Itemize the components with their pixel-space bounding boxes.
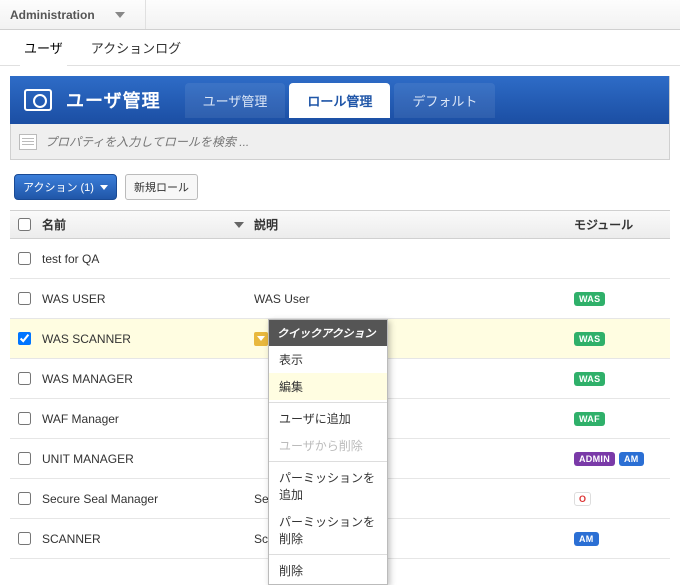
row-checkbox-cell bbox=[10, 412, 38, 425]
row-name: WAS USER bbox=[38, 292, 254, 306]
context-menu-item[interactable]: 表示 bbox=[269, 346, 387, 373]
row-checkbox-cell bbox=[10, 492, 38, 505]
row-checkbox-cell bbox=[10, 252, 38, 265]
row-modules: WAS bbox=[574, 292, 670, 306]
module-badge: WAS bbox=[574, 372, 605, 386]
sort-arrow-icon bbox=[234, 222, 244, 228]
row-name: WAS SCANNER bbox=[38, 332, 254, 346]
tab-actionlog[interactable]: アクションログ bbox=[87, 30, 185, 65]
panel: ユーザ管理 ユーザ管理 ロール管理 デフォルト アクション (1) 新規ロール … bbox=[0, 66, 680, 559]
row-checkbox-cell bbox=[10, 532, 38, 545]
row-modules: ADMIN AM bbox=[574, 452, 670, 466]
roles-table: 名前 説明 モジュール test for QAWAS USERWAS UserW… bbox=[10, 210, 670, 559]
tab-user[interactable]: ユーザ bbox=[20, 30, 67, 65]
filter-icon[interactable] bbox=[19, 134, 37, 150]
context-menu: クイックアクション表示編集ユーザに追加ユーザから削除パーミッションを追加パーミッ… bbox=[268, 319, 388, 585]
row-checkbox[interactable] bbox=[18, 492, 31, 505]
row-modules: O bbox=[574, 492, 670, 506]
context-menu-separator bbox=[269, 402, 387, 403]
row-checkbox[interactable] bbox=[18, 532, 31, 545]
row-actions-toggle[interactable] bbox=[254, 332, 268, 346]
table-row[interactable]: WAS USERWAS User WAS bbox=[10, 279, 670, 319]
search-input[interactable] bbox=[45, 135, 661, 149]
table-body: test for QA WAS USERWAS User WAS WAS SCANNE… bbox=[10, 239, 670, 559]
row-checkbox-cell bbox=[10, 292, 38, 305]
panel-tabs: ユーザ管理 ロール管理 デフォルト bbox=[185, 83, 500, 118]
context-menu-header: クイックアクション bbox=[269, 320, 387, 346]
row-name: SCANNER bbox=[38, 532, 254, 546]
col-header-name-label: 名前 bbox=[42, 216, 66, 233]
col-header-name[interactable]: 名前 bbox=[38, 216, 254, 233]
actions-button[interactable]: アクション (1) bbox=[14, 174, 117, 200]
top-menu-administration[interactable]: Administration bbox=[10, 0, 146, 29]
context-menu-separator bbox=[269, 554, 387, 555]
module-badge: WAS bbox=[574, 332, 605, 346]
table-row[interactable]: WAS SCANNERWASクイックアクション表示編集ユーザに追加ユーザから削除… bbox=[10, 319, 670, 359]
row-checkbox-cell bbox=[10, 332, 38, 345]
top-menu-label: Administration bbox=[10, 8, 95, 22]
ptab-defaults[interactable]: デフォルト bbox=[394, 83, 495, 118]
row-modules: AM bbox=[574, 532, 670, 546]
ptab-user-mgmt[interactable]: ユーザ管理 bbox=[185, 83, 286, 118]
context-menu-item[interactable]: パーミッションを追加 bbox=[269, 464, 387, 508]
row-modules: WAS bbox=[574, 332, 670, 346]
row-name: WAS MANAGER bbox=[38, 372, 254, 386]
ptab-role-mgmt[interactable]: ロール管理 bbox=[289, 83, 390, 118]
row-name: Secure Seal Manager bbox=[38, 492, 254, 506]
chevron-down-icon bbox=[115, 12, 125, 18]
module-badge: WAF bbox=[574, 412, 605, 426]
col-header-module[interactable]: モジュール bbox=[574, 216, 670, 233]
row-checkbox-cell bbox=[10, 452, 38, 465]
select-all-checkbox[interactable] bbox=[18, 218, 31, 231]
row-checkbox[interactable] bbox=[18, 452, 31, 465]
search-row bbox=[10, 124, 670, 160]
table-row[interactable]: test for QA bbox=[10, 239, 670, 279]
context-menu-item[interactable]: 編集 bbox=[269, 373, 387, 400]
row-desc-text: WAS User bbox=[254, 292, 310, 306]
row-checkbox[interactable] bbox=[18, 332, 31, 345]
subnav: ユーザ アクションログ bbox=[0, 30, 680, 66]
chevron-down-icon bbox=[100, 185, 108, 190]
context-menu-separator bbox=[269, 461, 387, 462]
panel-title: ユーザ管理 bbox=[66, 87, 161, 113]
row-checkbox[interactable] bbox=[18, 252, 31, 265]
module-badge: WAS bbox=[574, 292, 605, 306]
row-checkbox[interactable] bbox=[18, 412, 31, 425]
row-desc: WAS User bbox=[254, 292, 574, 306]
actions-row: アクション (1) 新規ロール bbox=[10, 160, 670, 210]
topbar: Administration bbox=[0, 0, 680, 30]
module-badge: AM bbox=[574, 532, 599, 546]
row-name: WAF Manager bbox=[38, 412, 254, 426]
module-badge: AM bbox=[619, 452, 644, 466]
context-menu-item: ユーザから削除 bbox=[269, 432, 387, 459]
new-role-button[interactable]: 新規ロール bbox=[125, 174, 198, 200]
row-checkbox-cell bbox=[10, 372, 38, 385]
row-checkbox[interactable] bbox=[18, 292, 31, 305]
row-checkbox[interactable] bbox=[18, 372, 31, 385]
actions-button-label: アクション (1) bbox=[23, 179, 94, 195]
row-name: UNIT MANAGER bbox=[38, 452, 254, 466]
row-name: test for QA bbox=[38, 252, 254, 266]
row-modules: WAS bbox=[574, 372, 670, 386]
select-all-cell bbox=[10, 218, 38, 231]
context-menu-item[interactable]: パーミッションを削除 bbox=[269, 508, 387, 552]
context-menu-item[interactable]: 削除 bbox=[269, 557, 387, 584]
module-badge: ADMIN bbox=[574, 452, 615, 466]
panel-header: ユーザ管理 ユーザ管理 ロール管理 デフォルト bbox=[10, 76, 670, 124]
row-modules: WAF bbox=[574, 412, 670, 426]
col-header-desc[interactable]: 説明 bbox=[254, 216, 574, 233]
context-menu-item[interactable]: ユーザに追加 bbox=[269, 405, 387, 432]
table-header: 名前 説明 モジュール bbox=[10, 211, 670, 239]
module-badge: O bbox=[574, 492, 591, 506]
user-management-icon bbox=[24, 89, 52, 111]
